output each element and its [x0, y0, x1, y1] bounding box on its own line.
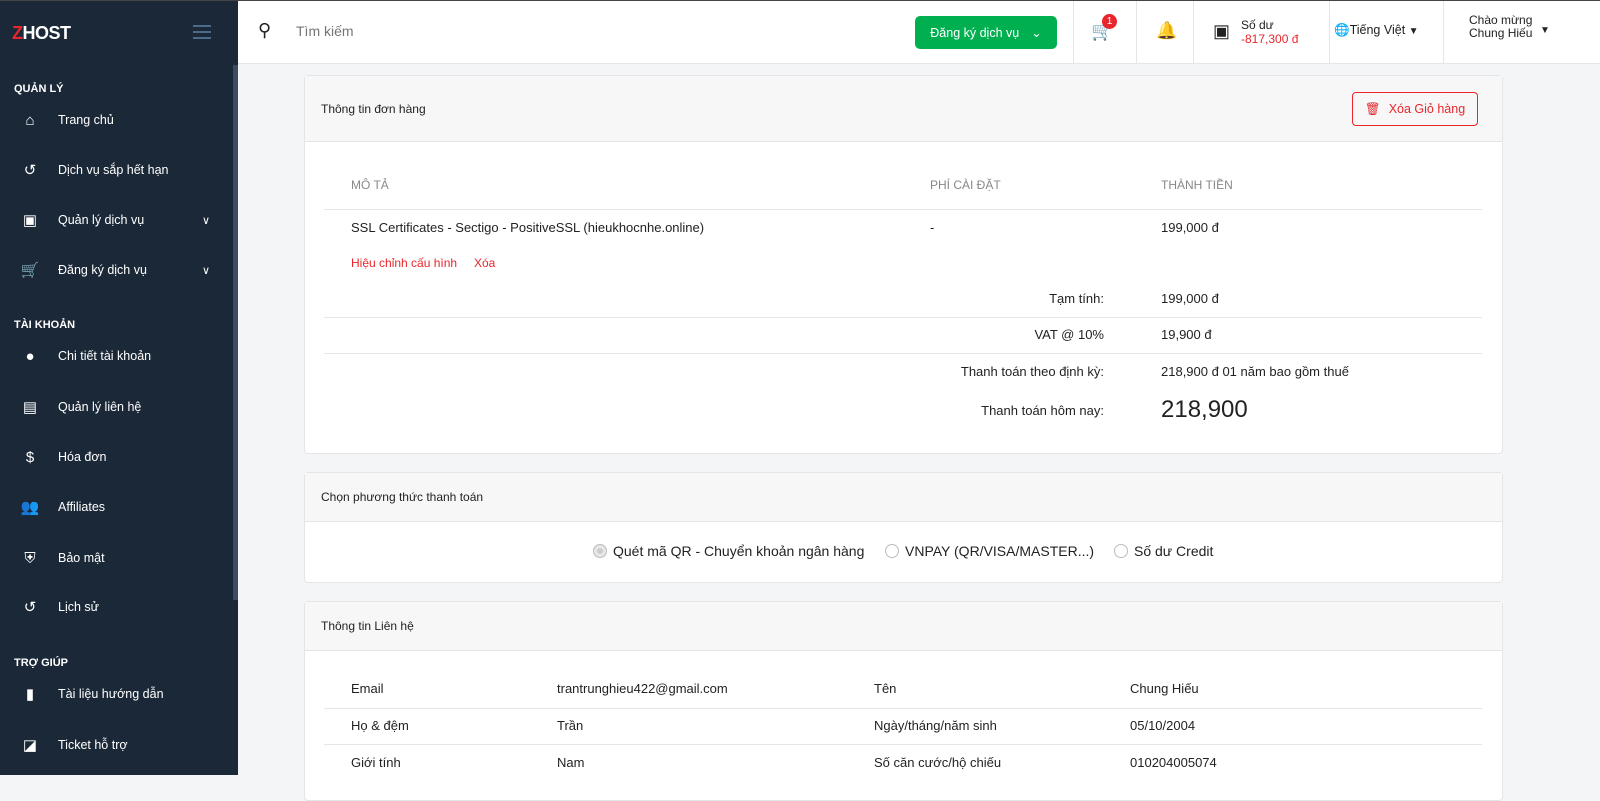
language-selector[interactable]: 🌐Tiếng Việt ▼ — [1334, 23, 1419, 38]
vat-value: 19,900 đ — [1161, 327, 1212, 342]
globe-icon: 🌐 — [1334, 23, 1350, 37]
item-price: 199,000 đ — [1161, 220, 1219, 235]
sidebar-item-invoices[interactable]: $ Hóa đơn — [20, 445, 107, 469]
clear-cart-button[interactable]: 🗑 Xóa Giỏ hàng — [1352, 92, 1478, 126]
due-today-value: 218,900 — [1161, 396, 1248, 423]
radio[interactable] — [1114, 544, 1128, 558]
payment-option-vnpay[interactable]: VNPAY (QR/VISA/MASTER...) — [885, 543, 1094, 559]
home-icon: ⌂ — [25, 111, 35, 129]
cart-icon: 🛒 — [20, 262, 40, 279]
section-help: TRỢ GIÚP — [14, 657, 68, 669]
history-icon: ↺ — [23, 599, 37, 616]
sidebar-scrollbar[interactable] — [233, 65, 238, 600]
bell-icon[interactable]: 🔔 — [1156, 21, 1177, 41]
remove-item-link[interactable]: Xóa — [474, 256, 495, 270]
item-description: SSL Certificates - Sectigo - PositiveSSL… — [351, 220, 705, 235]
col-description: MÔ TẢ — [351, 178, 389, 192]
sidebar-item-security[interactable]: ⛨ Bảo mật — [20, 546, 104, 570]
vat-label: VAT @ 10% — [1034, 327, 1104, 342]
item-setup-fee: - — [930, 220, 935, 235]
col-setup-fee: PHÍ CÀI ĐẶT — [930, 178, 1001, 192]
payment-method-title: Chọn phương thức thanh toán — [321, 490, 484, 504]
zhost-logo[interactable]: ZHOST — [12, 23, 71, 44]
caret-down-icon: ▼ — [1408, 26, 1419, 37]
chevron-down-icon: ∨ — [202, 214, 211, 227]
register-service-button[interactable]: Đăng ký dịch vụ ⌄ — [915, 16, 1057, 49]
search-input[interactable] — [296, 23, 696, 39]
sidebar-item-history[interactable]: ↺ Lịch sử — [20, 595, 99, 619]
sidebar-item-affiliates[interactable]: 👥 Affiliates — [20, 495, 105, 519]
cart-count-badge: 1 — [1102, 14, 1117, 29]
payment-method-card: Chọn phương thức thanh toán Quét mã QR -… — [304, 472, 1503, 583]
chevron-down-icon: ∨ — [202, 264, 211, 277]
order-info-title: Thông tin đơn hàng — [321, 101, 426, 116]
dollar-icon: $ — [25, 448, 35, 466]
contacts-icon: ▤ — [22, 399, 38, 416]
radio[interactable] — [885, 544, 899, 558]
wallet-icon: ▣ — [1213, 21, 1231, 41]
caret-down-icon[interactable]: ▼ — [1540, 25, 1550, 36]
section-manage: QUẢN LÝ — [14, 83, 64, 95]
person-icon: ● — [25, 347, 35, 365]
account-box-icon: ▣ — [22, 212, 38, 229]
search-icon[interactable]: ⚲ — [258, 20, 271, 41]
contact-info-card: Thông tin Liên hệ Email trantrunghieu422… — [304, 601, 1503, 801]
shield-icon: ⛨ — [24, 549, 36, 567]
order-info-card: Thông tin đơn hàng 🗑 Xóa Giỏ hàng MÔ TẢ P… — [304, 75, 1503, 454]
balance[interactable]: Số dư -817,300 đ — [1241, 18, 1298, 46]
sidebar-item-expiring[interactable]: ↺ Dịch vụ sắp hết hạn — [20, 158, 169, 182]
recurring-label: Thanh toán theo định kỳ: — [960, 364, 1104, 379]
recurring-value: 218,900 đ 01 năm bao gồm thuế — [1161, 364, 1349, 379]
sidebar-item-docs[interactable]: ▮ Tài liệu hướng dẫn — [20, 682, 164, 706]
subtotal-value: 199,000 đ — [1161, 291, 1219, 306]
edit-config-link[interactable]: Hiệu chỉnh cấu hình — [351, 256, 457, 270]
subtotal-label: Tạm tính: — [1049, 291, 1104, 306]
due-today-label: Thanh toán hôm nay: — [981, 403, 1104, 418]
payment-option-qr[interactable]: Quét mã QR - Chuyển khoản ngân hàng — [593, 543, 864, 559]
sidebar: ZHOST QUẢN LÝ TÀI KHOẢN TRỢ GIÚP ⌂ Trang … — [0, 1, 238, 775]
person-add-icon: 👥 — [20, 499, 40, 516]
trash-icon: 🗑 — [1364, 101, 1381, 116]
payment-option-credit[interactable]: Số dư Credit — [1114, 543, 1213, 559]
sidebar-item-home[interactable]: ⌂ Trang chủ — [20, 108, 113, 132]
top-bar: ⚲ Đăng ký dịch vụ⌄ 🛒 1 🔔 ▣ Số dư-817,300… — [238, 1, 1600, 64]
col-total: THÀNH TIỀN — [1161, 178, 1233, 192]
radio-selected[interactable] — [593, 544, 607, 558]
menu-toggle-icon[interactable] — [193, 25, 211, 43]
contact-info-title: Thông tin Liên hệ — [321, 619, 414, 633]
history-icon: ↺ — [23, 162, 37, 179]
ticket-icon: ◪ — [22, 737, 38, 754]
sidebar-item-account-details[interactable]: ● Chi tiết tài khoản — [20, 344, 151, 368]
chevron-down-icon: ⌄ — [1031, 26, 1042, 40]
section-account: TÀI KHOẢN — [14, 319, 76, 331]
sidebar-item-register-services[interactable]: 🛒 Đăng ký dịch vụ ∨ — [20, 258, 220, 282]
sidebar-item-contacts[interactable]: ▤ Quản lý liên hệ — [20, 395, 141, 419]
document-icon: ▮ — [25, 686, 35, 703]
user-menu[interactable]: Chào mừng Chung Hiếu — [1469, 14, 1539, 40]
sidebar-item-manage-services[interactable]: ▣ Quản lý dịch vụ ∨ — [20, 208, 220, 232]
sidebar-item-ticket[interactable]: ◪ Ticket hỗ trợ — [20, 733, 128, 757]
